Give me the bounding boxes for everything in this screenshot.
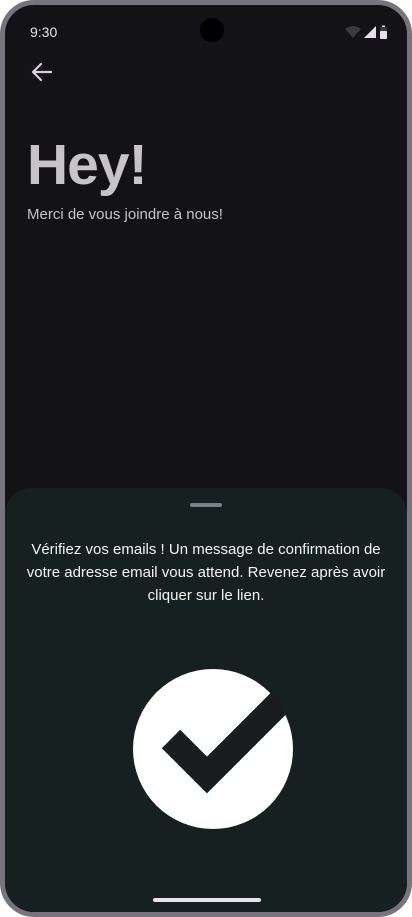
page-subtitle: Merci de vous joindre à nous! [27,206,223,223]
phone-screen: 9:30 Hey! Merci de vous joindre à nous! … [0,0,412,917]
bottom-sheet: Vérifiez vos emails ! Un message de conf… [5,488,407,912]
page-title: Hey! [27,133,148,197]
signal-icon [364,26,376,38]
drag-handle[interactable] [190,503,222,507]
back-button[interactable] [27,57,57,87]
status-icons [345,25,387,39]
wifi-icon [345,26,361,38]
status-time: 9:30 [30,24,58,40]
check-circle-icon [133,669,293,829]
home-indicator[interactable] [153,898,261,902]
confirmation-message: Vérifiez vos emails ! Un message de conf… [26,541,386,604]
arrow-back-icon [31,62,53,82]
battery-icon [380,25,387,39]
status-bar: 9:30 [5,5,407,55]
camera-cutout [200,18,224,42]
